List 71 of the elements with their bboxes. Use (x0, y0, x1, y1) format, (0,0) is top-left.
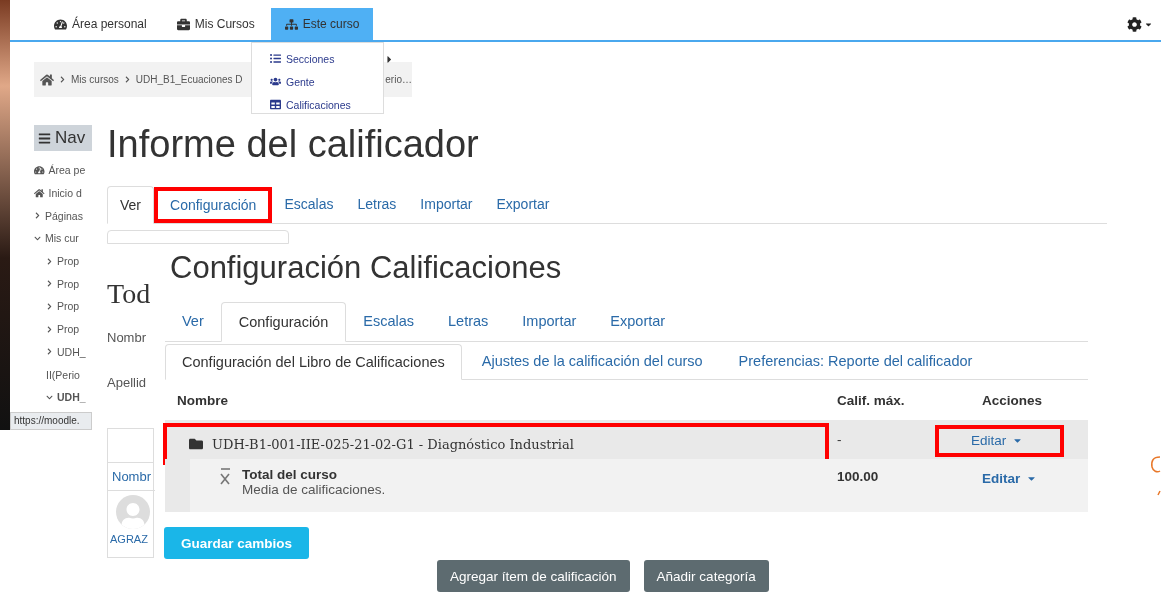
nav-link-continuation[interactable]: II(Perio (46, 368, 80, 381)
tab[interactable]: Configuración (220, 302, 347, 342)
home-icon (40, 72, 54, 87)
dashboard-icon (34, 165, 45, 176)
nav-link[interactable]: Inicio d (48, 187, 82, 200)
tab[interactable]: Exportar (593, 301, 683, 341)
table-icon (270, 99, 281, 110)
folder-icon (189, 437, 203, 451)
partial-icon (1149, 455, 1161, 497)
status-url: https://moodle. (10, 412, 92, 430)
tab[interactable]: Configuración (154, 187, 273, 223)
tab[interactable]: Letras (345, 185, 409, 223)
nav-link[interactable]: Prop (57, 323, 80, 336)
menu-item[interactable]: Calificaciones (270, 96, 383, 113)
tab[interactable]: Escalas (346, 301, 432, 341)
max-grade: - (836, 432, 843, 447)
nav-link[interactable]: Prop (57, 255, 80, 268)
home-icon (34, 187, 45, 199)
filter-label: Apellid (107, 375, 148, 390)
chevron-right-icon (123, 76, 131, 83)
mean-icon (218, 467, 232, 485)
tab[interactable]: Importar (505, 301, 594, 341)
section-heading: Tod (107, 278, 152, 310)
settings-icon (1127, 16, 1142, 32)
column-header: Calif. máx. (836, 391, 906, 410)
nav-item[interactable]: Área personal (40, 8, 161, 40)
list-icon (270, 53, 281, 64)
column-header: Acciones (981, 391, 1044, 410)
nav-link[interactable]: UDH_ (57, 345, 86, 358)
menu-icon (38, 131, 51, 145)
chevron-right-icon (59, 76, 66, 83)
nav-link[interactable]: Prop (57, 277, 80, 290)
total-description: Media de calificaciones. (242, 482, 386, 497)
nav-link[interactable]: Mis cur (45, 232, 79, 245)
tab[interactable]: Ver (165, 301, 221, 341)
max-grade: 100.00 (825, 459, 970, 512)
breadcrumb-link[interactable]: erio… (385, 74, 412, 85)
action-button[interactable]: Agregar ítem de calificación (437, 560, 630, 592)
tab[interactable]: Letras (431, 301, 506, 341)
subtab[interactable]: Configuración del Libro de Calificaciones (165, 344, 462, 380)
tab[interactable]: Importar (408, 185, 485, 223)
edit-menu-link[interactable]: Editar (971, 433, 1024, 448)
page-title: Configuración Calificaciones (169, 250, 563, 287)
sitemap-icon (284, 17, 298, 31)
student-link[interactable]: AGRAZ (108, 533, 150, 545)
users-icon (270, 76, 281, 87)
dashboard-icon (54, 17, 67, 31)
menu-item[interactable]: Secciones (270, 50, 383, 67)
briefcase-icon (176, 17, 190, 31)
nav-link[interactable]: UDH_ (57, 391, 86, 404)
nav-item[interactable]: Mis Cursos (162, 8, 269, 40)
menu-item[interactable]: Gente (270, 73, 383, 90)
total-name: Total del curso (242, 467, 338, 482)
tab[interactable]: Escalas (272, 185, 346, 223)
tab[interactable]: Ver (107, 186, 154, 224)
breadcrumb-link[interactable]: UDH_B1_Ecuaciones D (135, 74, 243, 85)
tab[interactable]: Exportar (484, 185, 562, 223)
nav-item[interactable]: Este curso (270, 8, 374, 40)
action-button[interactable]: Añadir categoría (643, 560, 769, 592)
column-header: Nombre (176, 391, 229, 410)
nav-drawer-button[interactable]: Nav (34, 125, 94, 151)
nav-link[interactable]: Área pe (48, 164, 86, 177)
subtab[interactable]: Ajustes de la calificación del curso (465, 343, 719, 379)
edit-menu-link[interactable]: Editar (982, 471, 1038, 486)
subtab[interactable]: Preferencias: Reporte del calificador (722, 343, 989, 379)
filter-label: Nombr (107, 330, 147, 345)
avatar (116, 495, 150, 529)
page-title: Informe del calificador (107, 123, 480, 167)
breadcrumb-link[interactable]: Mis cursos (71, 74, 119, 85)
nav-link[interactable]: Prop (57, 300, 80, 313)
nav-link[interactable]: Páginas (45, 209, 83, 222)
